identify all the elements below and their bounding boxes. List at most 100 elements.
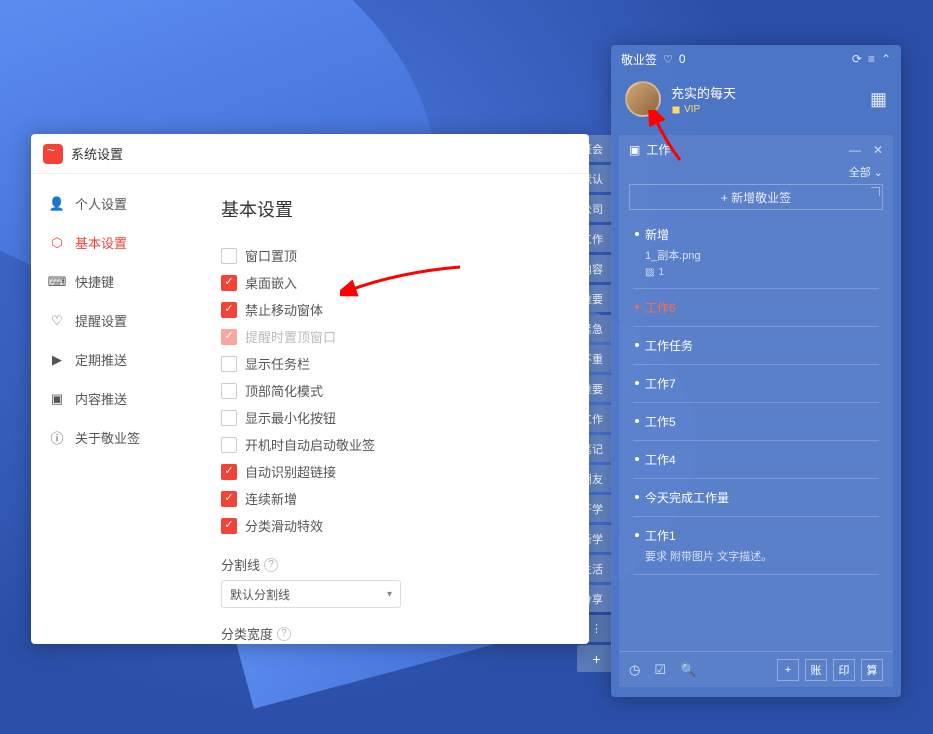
sidebar-item-2[interactable]: ⌨ 快捷键 bbox=[31, 262, 191, 301]
divider-select[interactable]: 默认分割线 ▾ bbox=[221, 580, 401, 608]
sidebar-item-label: 个人设置 bbox=[75, 194, 127, 213]
note-item[interactable]: 新增 1_副本.png ▨1 bbox=[633, 216, 879, 289]
note-title: 新增 bbox=[645, 226, 669, 243]
panel-footer: ◷ ☑ 🔍 + 账印算 bbox=[619, 651, 893, 687]
checkbox-row-0[interactable]: 窗口置顶 bbox=[221, 242, 559, 269]
avatar[interactable] bbox=[625, 81, 661, 117]
note-item[interactable]: 工作4 bbox=[633, 441, 879, 479]
note-title: 工作7 bbox=[645, 375, 676, 392]
checkbox[interactable] bbox=[221, 464, 237, 480]
note-meta: ▨1 bbox=[645, 267, 877, 278]
note-item[interactable]: 工作6 bbox=[633, 289, 879, 327]
settings-window: 系统设置 👤 个人设置 ⬡基本设置 ⌨ 快捷键 ♡ 提醒设置 ▶定期推送 ▣ 内容推送 ⓘ关于敬业签… bbox=[31, 134, 589, 644]
sidebar-item-1[interactable]: ⬡基本设置 bbox=[31, 223, 191, 262]
checkbox-row-9[interactable]: 连续新增 bbox=[221, 485, 559, 512]
menu-icon[interactable]: ≡ bbox=[868, 52, 875, 66]
checkbox[interactable] bbox=[221, 437, 237, 453]
help-icon[interactable]: ? bbox=[277, 627, 291, 641]
note-subtitle: 1_副本.png bbox=[645, 247, 877, 263]
checkbox-row-1[interactable]: 桌面嵌入 bbox=[221, 269, 559, 296]
checkbox[interactable] bbox=[221, 491, 237, 507]
checkbox-row-7[interactable]: 开机时自动启动敬业签 bbox=[221, 431, 559, 458]
notes-list: 新增 1_副本.png ▨1 工作6 工作任务工作7 工作5 工作4 今天完成工作量工作1要求… bbox=[619, 216, 893, 651]
checkbox-row-8[interactable]: 自动识别超链接 bbox=[221, 458, 559, 485]
sidebar-item-4[interactable]: ▶定期推送 bbox=[31, 340, 191, 379]
note-item[interactable]: 工作1要求 附带图片 文字描述。 bbox=[633, 517, 879, 575]
checkbox[interactable] bbox=[221, 383, 237, 399]
checkbox-label: 桌面嵌入 bbox=[245, 273, 297, 292]
add-note-input[interactable]: + 新增敬业签 bbox=[629, 184, 883, 210]
footer-button-2[interactable]: 印 bbox=[833, 659, 855, 681]
checkbox-label: 连续新增 bbox=[245, 489, 297, 508]
notif-count: 0 bbox=[679, 52, 686, 66]
panel-header: ▣ 工作 — ✕ bbox=[619, 135, 893, 164]
checkbox-label: 显示最小化按钮 bbox=[245, 408, 336, 427]
note-title: 工作任务 bbox=[645, 337, 693, 354]
diamond-icon bbox=[669, 102, 683, 116]
keyboard-icon: ⌨ bbox=[49, 274, 65, 290]
add-tab[interactable]: + bbox=[577, 645, 612, 672]
note-item[interactable]: 工作5 bbox=[633, 403, 879, 441]
bullet-icon bbox=[635, 381, 639, 385]
checkbox[interactable] bbox=[221, 518, 237, 534]
note-title: 工作4 bbox=[645, 451, 676, 468]
note-subtitle: 要求 附带图片 文字描述。 bbox=[645, 548, 877, 564]
content-icon: ▣ bbox=[49, 391, 65, 407]
divider-label: 分割线 ? bbox=[221, 555, 559, 574]
image-icon: ▨ bbox=[645, 267, 654, 278]
sidebar-item-5[interactable]: ▣ 内容推送 bbox=[31, 379, 191, 418]
notes-window: 敬业签 ♡ 0 ⟳ ≡ ⌃ 充实的每天 VIP ▦ ▣ 工作 — ✕ 全 bbox=[611, 45, 901, 697]
panel-title: 工作 bbox=[646, 141, 670, 158]
checkbox-row-10[interactable]: 分类滑动特效 bbox=[221, 512, 559, 539]
settings-titlebar: 系统设置 bbox=[31, 134, 589, 174]
bullet-icon bbox=[635, 457, 639, 461]
checkbox-row-6[interactable]: 显示最小化按钮 bbox=[221, 404, 559, 431]
bullet-icon bbox=[635, 232, 639, 236]
user-name: 充实的每天 bbox=[671, 83, 736, 102]
sidebar-item-0[interactable]: 👤 个人设置 bbox=[31, 184, 191, 223]
footer-button-1[interactable]: 账 bbox=[805, 659, 827, 681]
search-icon[interactable]: 🔍 bbox=[680, 662, 696, 678]
footer-button-3[interactable]: 算 bbox=[861, 659, 883, 681]
list-icon: ▣ bbox=[629, 143, 640, 157]
sync-icon[interactable]: ⟳ bbox=[852, 52, 862, 66]
check-icon[interactable]: ☑ bbox=[654, 662, 666, 678]
note-item[interactable]: 今天完成工作量 bbox=[633, 479, 879, 517]
checkbox[interactable] bbox=[221, 356, 237, 372]
note-item[interactable]: 工作7 bbox=[633, 365, 879, 403]
checkbox[interactable] bbox=[221, 275, 237, 291]
minimize-button[interactable]: — bbox=[849, 143, 861, 157]
checkbox-label: 禁止移动窗体 bbox=[245, 300, 323, 319]
user-section: 充实的每天 VIP ▦ bbox=[611, 73, 901, 125]
sidebar-item-6[interactable]: ⓘ关于敬业签 bbox=[31, 418, 191, 457]
note-title: 工作6 bbox=[645, 299, 676, 316]
checkbox[interactable] bbox=[221, 248, 237, 264]
footer-button-0[interactable]: + bbox=[777, 659, 799, 681]
checkbox-label: 窗口置顶 bbox=[245, 246, 297, 265]
person-icon: 👤 bbox=[49, 196, 65, 212]
collapse-icon[interactable]: ⌃ bbox=[881, 52, 891, 66]
app-name: 敬业签 bbox=[621, 51, 657, 68]
help-icon[interactable]: ? bbox=[264, 558, 278, 572]
calendar-icon[interactable]: ▦ bbox=[870, 89, 887, 110]
filter-all[interactable]: 全部 ⌄ bbox=[849, 164, 883, 180]
checkbox-row-2[interactable]: 禁止移动窗体 bbox=[221, 296, 559, 323]
sidebar-item-label: 快捷键 bbox=[75, 272, 114, 291]
sidebar-item-3[interactable]: ♡ 提醒设置 bbox=[31, 301, 191, 340]
sidebar-item-label: 关于敬业签 bbox=[75, 428, 140, 447]
bell-icon[interactable]: ♡ bbox=[663, 53, 673, 66]
close-button[interactable]: ✕ bbox=[873, 143, 883, 157]
checkbox[interactable] bbox=[221, 302, 237, 318]
checkbox-label: 分类滑动特效 bbox=[245, 516, 323, 535]
clock-icon[interactable]: ◷ bbox=[629, 662, 640, 678]
note-item[interactable]: 工作任务 bbox=[633, 327, 879, 365]
sidebar-item-label: 定期推送 bbox=[75, 350, 127, 369]
bell-icon: ♡ bbox=[49, 313, 65, 329]
width-label: 分类宽度 ? bbox=[221, 624, 559, 643]
checkbox-row-5[interactable]: 顶部简化模式 bbox=[221, 377, 559, 404]
checkbox[interactable] bbox=[221, 410, 237, 426]
sidebar-item-label: 内容推送 bbox=[75, 389, 127, 408]
sidebar-item-label: 提醒设置 bbox=[75, 311, 127, 330]
checkbox-label: 开机时自动启动敬业签 bbox=[245, 435, 375, 454]
checkbox-row-4[interactable]: 显示任务栏 bbox=[221, 350, 559, 377]
